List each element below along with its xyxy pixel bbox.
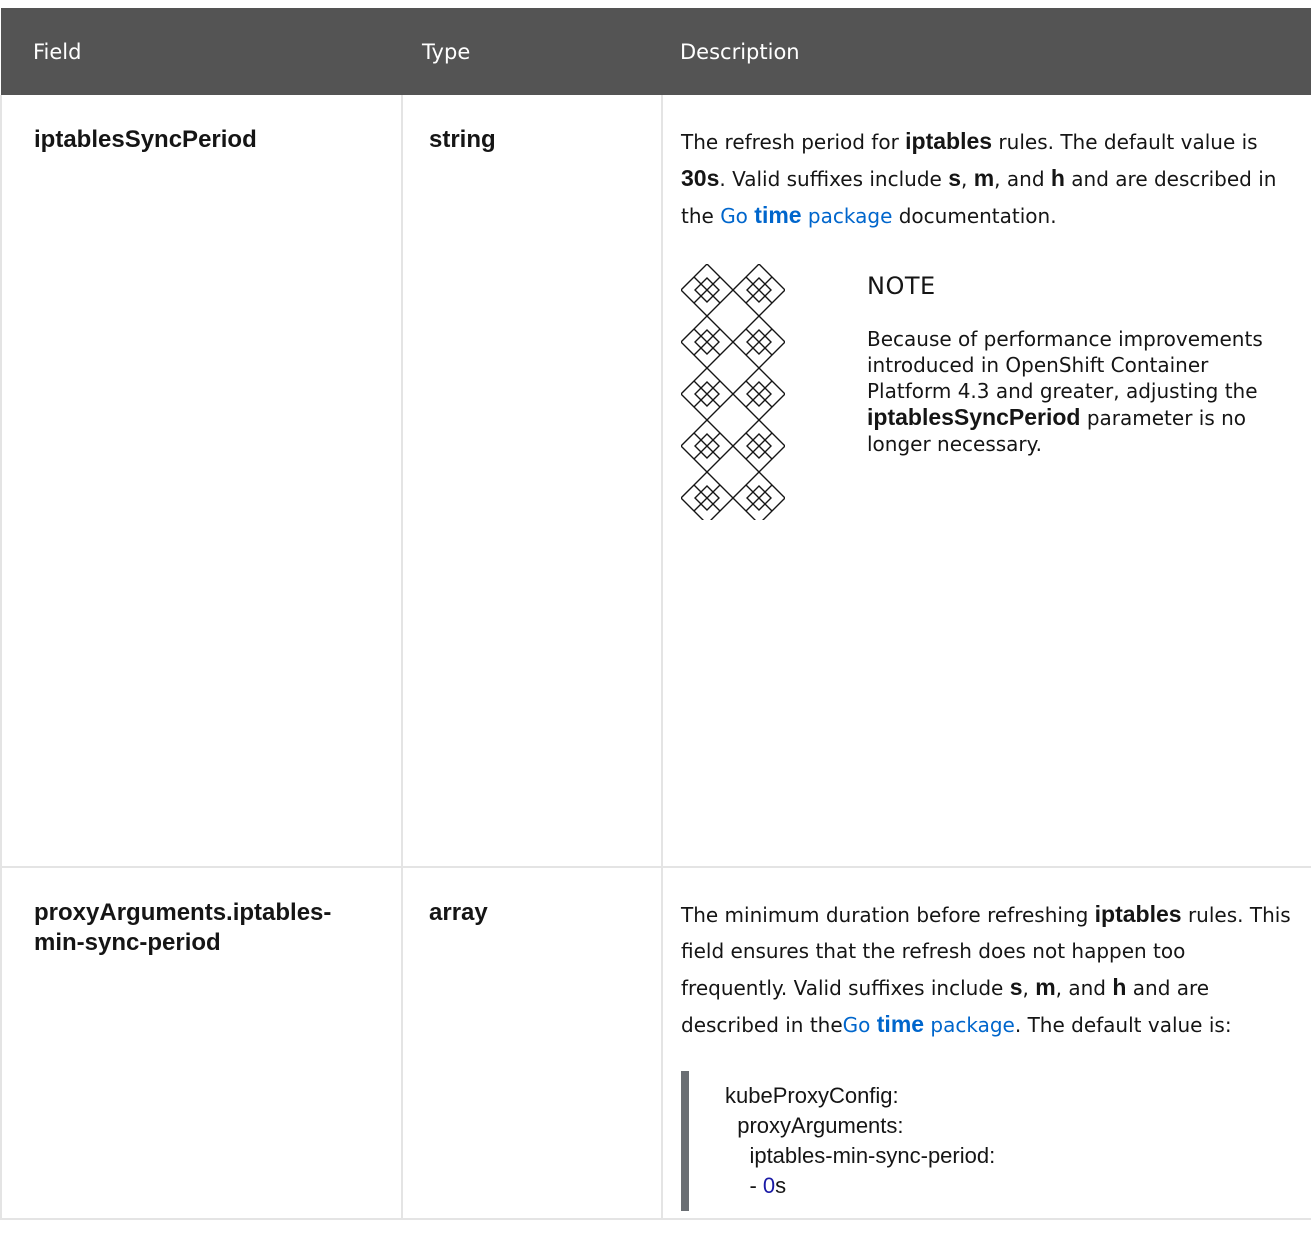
type-cell: array	[401, 867, 663, 1220]
description-text: , and	[994, 167, 1051, 191]
note-text-part: Because of performance improvements intr…	[867, 327, 1263, 403]
note-literal: iptablesSyncPeriod	[867, 404, 1081, 430]
description-cell: The minimum duration before refreshing i…	[661, 867, 1311, 1220]
description-text: ,	[1022, 976, 1036, 1000]
link-text-go: Go	[720, 204, 755, 228]
literal-suffix-m: m	[1035, 974, 1056, 1000]
link-literal-time: time	[876, 1011, 925, 1037]
description-text: . Valid suffixes include	[719, 167, 949, 191]
description-text: The minimum duration before refreshing	[681, 903, 1095, 927]
literal-default-value: 30s	[681, 165, 720, 191]
description-paragraph: The minimum duration before refreshing i…	[681, 896, 1291, 1043]
note-text: Because of performance improvements intr…	[867, 326, 1297, 457]
field-name: iptablesSyncPeriod	[34, 126, 257, 153]
field-column-header: Field	[1, 8, 402, 95]
description-text: . The default value is:	[1014, 1013, 1232, 1037]
description-text: , and	[1055, 976, 1113, 1000]
type-cell: string	[401, 95, 663, 868]
note-pattern-icon	[681, 264, 785, 520]
description-text: documentation.	[892, 204, 1057, 228]
code-line: kubeProxyConfig:	[725, 1083, 899, 1108]
go-time-package-link[interactable]: Go time package	[720, 202, 893, 228]
description-text: The refresh period for	[681, 130, 906, 154]
literal-suffix-s: s	[1009, 974, 1023, 1000]
description-column-header: Description	[662, 8, 1311, 95]
description-cell: The refresh period for iptables rules. T…	[661, 95, 1311, 868]
literal-suffix-h: h	[1050, 165, 1065, 191]
code-number: 0	[762, 1173, 776, 1198]
note-body: NOTE Because of performance improvements…	[867, 264, 1297, 457]
literal-suffix-m: m	[973, 165, 995, 191]
literal-suffix-h: h	[1112, 974, 1127, 1000]
literal-suffix-s: s	[948, 165, 961, 191]
field-name-cell: iptablesSyncPeriod	[0, 95, 403, 868]
description-text: ,	[961, 167, 974, 191]
table-row: proxyArguments.iptables-min-sync-period …	[0, 867, 1311, 1220]
code-line: iptables-min-sync-period:	[725, 1143, 996, 1168]
go-time-package-link[interactable]: Go time package	[842, 1011, 1015, 1037]
field-name-cell: proxyArguments.iptables-min-sync-period	[0, 867, 403, 1220]
code-block: kubeProxyConfig: proxyArguments: iptable…	[681, 1071, 1285, 1211]
code-text: s	[775, 1173, 787, 1198]
code-line: - 0s	[725, 1171, 1285, 1201]
code-line: proxyArguments:	[725, 1113, 904, 1138]
table-row: iptablesSyncPeriod string The refresh pe…	[0, 95, 1311, 868]
link-literal-time: time	[754, 202, 802, 228]
link-text-package: package	[801, 204, 893, 228]
link-text-package: package	[924, 1013, 1015, 1037]
description-text: rules. The default value is	[992, 130, 1258, 154]
table-header-row: Field Type Description	[1, 8, 1311, 95]
note-admonition: NOTE Because of performance improvements…	[681, 264, 1291, 524]
note-title: NOTE	[867, 272, 936, 300]
field-type: string	[429, 126, 496, 153]
parameters-table: Field Type Description iptablesSyncPerio…	[0, 8, 1311, 1220]
literal-iptables: iptables	[905, 128, 993, 154]
link-text-go: Go	[842, 1013, 877, 1037]
field-type: array	[429, 899, 488, 926]
description-paragraph: The refresh period for iptables rules. T…	[681, 123, 1291, 234]
code-text: -	[725, 1173, 763, 1198]
type-column-header: Type	[402, 8, 662, 95]
field-name: proxyArguments.iptables-min-sync-period	[34, 899, 332, 956]
literal-iptables: iptables	[1094, 901, 1182, 927]
